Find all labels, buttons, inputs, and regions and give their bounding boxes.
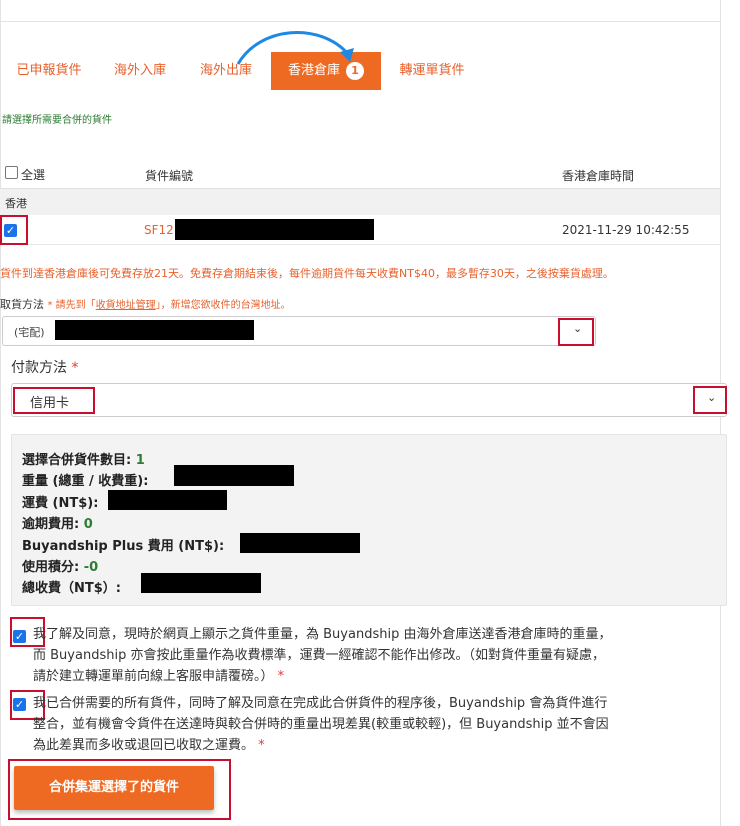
column-header-id: 貨件編號 xyxy=(145,169,194,183)
highlight-submit-button xyxy=(8,759,231,820)
highlight-payment-chevron xyxy=(693,386,727,414)
summary-count-row: 選擇合併貨件數目: 1 xyxy=(22,449,145,468)
select-all-label: 全選 xyxy=(21,168,46,182)
count-label: 選擇合併貨件數目: xyxy=(22,453,132,468)
agree-weight-line-3: 請於建立轉運單前向線上客服申請覆磅。） * xyxy=(33,666,611,687)
group-row xyxy=(0,188,720,215)
agree-consolidate-line-1: 我已合併需要的所有貨件，同時了解及同意在完成此合併貨件的程序後，Buyandsh… xyxy=(33,696,608,711)
column-header-time: 香港倉庫時間 xyxy=(562,169,635,183)
overdue-value: 0 xyxy=(83,517,93,532)
selection-hint: 請選擇所需要合併的貨件 xyxy=(2,115,112,126)
redacted-pickup-address xyxy=(55,320,254,340)
total-label: 總收費（NT$）: xyxy=(22,581,121,596)
payment-required-mark: * xyxy=(71,360,79,376)
weight-label: 重量 (總重 / 收費重): xyxy=(22,474,149,489)
pickup-note-prefix: * 請先到「 xyxy=(47,300,96,311)
agree-consolidate-line-3: 為此差異而多收或退回已收取之運費。 * xyxy=(33,735,609,756)
storage-notice: 貨件到達香港倉庫後可免費存放21天。免費存倉期結束後，每件逾期貨件每天收費NT$… xyxy=(0,267,614,280)
agree-weight-text: 我了解及同意，現時於網頁上顯示之貨件重量，為 Buyandship 由海外倉庫送… xyxy=(33,624,611,687)
agree-consolidate-required-mark: * xyxy=(258,738,265,753)
shipment-id-link[interactable]: SF12 xyxy=(144,223,174,237)
agree-weight-line-3-text: 請於建立轉運單前向線上客服申請覆磅。） xyxy=(33,669,274,684)
highlight-payment-value xyxy=(13,387,95,414)
pickup-label-row: 取貨方法 * 請先到「收貨地址管理」，新增您欲收件的台灣地址。 xyxy=(0,296,291,312)
pickup-label: 取貨方法 xyxy=(0,298,44,311)
address-management-link[interactable]: 收貨地址管理 xyxy=(96,300,156,311)
tab-overseas-in[interactable]: 海外入庫 xyxy=(104,52,176,90)
agree-consolidate-line-2: 整合，並有機會令貨件在送達時與較合併時的重量出現差異(較重或較輕)，但 Buya… xyxy=(33,717,609,732)
summary-total-row: 總收費（NT$）: xyxy=(22,577,121,596)
select-all-checkbox[interactable] xyxy=(5,166,18,179)
summary-overdue-row: 逾期費用: 0 xyxy=(22,513,93,532)
top-divider xyxy=(0,21,720,22)
pickup-selected-prefix: (宅配) xyxy=(14,326,45,339)
redacted-freight xyxy=(108,490,227,510)
count-value: 1 xyxy=(135,453,145,468)
warehouse-time: 2021-11-29 10:42:55 xyxy=(562,223,690,237)
summary-freight-row: 運費 (NT$): xyxy=(22,492,98,511)
payment-label-row: 付款方法 * xyxy=(11,357,78,377)
agree-weight-line-2: 而 Buyandship 亦會按此重量作為收費標準，運費一經確認不能作出修改。（… xyxy=(33,648,605,663)
plus-fee-label: Buyandship Plus 費用 (NT$): xyxy=(22,539,225,554)
tab-declared[interactable]: 已申報貨件 xyxy=(8,52,90,90)
redacted-plus-fee xyxy=(240,533,360,553)
overdue-label: 逾期費用: xyxy=(22,517,80,532)
agree-consolidate-line-3-text: 為此差異而多收或退回已收取之運費。 xyxy=(33,738,255,753)
agree-weight-required-mark: * xyxy=(277,669,285,684)
summary-plus-row: Buyandship Plus 費用 (NT$): xyxy=(22,535,224,554)
freight-label: 運費 (NT$): xyxy=(22,496,99,511)
points-label: 使用積分: xyxy=(22,560,80,575)
highlight-pickup-chevron xyxy=(558,318,594,346)
highlight-row-checkbox xyxy=(0,215,28,245)
payment-select[interactable] xyxy=(11,383,727,417)
redacted-shipment-id xyxy=(175,219,374,240)
pointer-arrow-icon xyxy=(236,31,354,65)
redacted-total xyxy=(141,573,261,593)
agree-weight-line-1: 我了解及同意，現時於網頁上顯示之貨件重量，為 Buyandship 由海外倉庫送… xyxy=(33,627,612,642)
pickup-note-suffix: 」，新增您欲收件的台灣地址。 xyxy=(155,300,291,311)
agree-consolidate-text: 我已合併需要的所有貨件，同時了解及同意在完成此合併貨件的程序後，Buyandsh… xyxy=(33,693,609,756)
left-border xyxy=(0,0,1,826)
points-value: -0 xyxy=(83,560,99,575)
summary-weight-row: 重量 (總重 / 收費重): xyxy=(22,470,148,489)
payment-label: 付款方法 xyxy=(11,360,67,376)
redacted-weight xyxy=(174,465,294,486)
tab-forwarding[interactable]: 轉運單貨件 xyxy=(388,52,476,90)
summary-points-row: 使用積分: -0 xyxy=(22,556,98,575)
group-label: 香港 xyxy=(5,197,27,210)
